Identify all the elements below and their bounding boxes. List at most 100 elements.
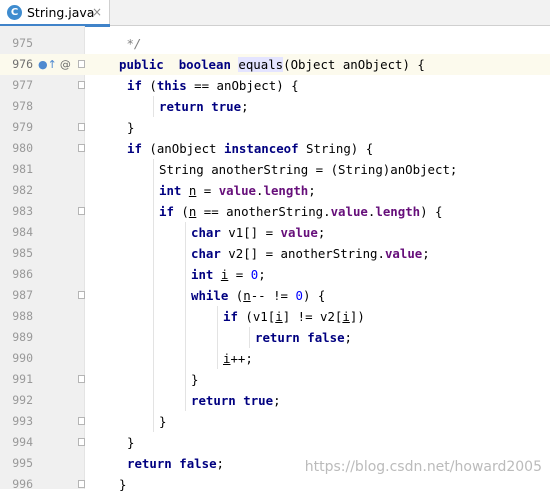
code-text: char v2[] = anotherString.value; <box>191 243 430 264</box>
line-number[interactable]: 985 <box>0 243 33 264</box>
line-number[interactable]: 978 <box>0 96 33 117</box>
indent-guide <box>153 159 154 180</box>
code-line[interactable]: 987 while (n-- != 0) { <box>0 285 550 306</box>
code-line[interactable]: 990 i++; <box>0 348 550 369</box>
code-token-ul: n <box>243 288 251 303</box>
code-line[interactable]: 983 if (n == anotherString.value.length) … <box>0 201 550 222</box>
code-line[interactable]: 993} <box>0 411 550 432</box>
code-token-hl: equals <box>238 57 284 72</box>
code-text: } <box>159 411 166 432</box>
code-token: } <box>191 372 199 387</box>
annotation-icon: @ <box>59 58 71 71</box>
line-number[interactable]: 992 <box>0 390 33 411</box>
line-number[interactable]: 991 <box>0 369 33 390</box>
line-number[interactable]: 993 <box>0 411 33 432</box>
code-token-field: length <box>375 204 421 219</box>
line-number[interactable]: 980 <box>0 138 33 159</box>
code-editor[interactable]: 975 */976 ●↑ @ public boolean equals(Object… <box>0 33 550 495</box>
line-number[interactable]: 989 <box>0 327 33 348</box>
line-number[interactable]: 984 <box>0 222 33 243</box>
code-token: = <box>228 267 251 282</box>
code-token-kw: return <box>159 99 204 114</box>
line-number[interactable]: 977 <box>0 75 33 96</box>
indent-guide <box>153 180 154 201</box>
line-number[interactable]: 988 <box>0 306 33 327</box>
code-line[interactable]: 978 return true; <box>0 96 550 117</box>
tab-string-java[interactable]: C String.java × <box>0 0 110 27</box>
code-token-kw: this <box>156 78 187 93</box>
fold-marker-icon[interactable] <box>78 207 85 215</box>
indent-guide <box>153 348 154 369</box>
code-token-kw: boolean <box>178 57 231 72</box>
line-number[interactable]: 986 <box>0 264 33 285</box>
line-number[interactable]: 987 <box>0 285 33 306</box>
line-number[interactable]: 996 <box>0 474 33 495</box>
line-number[interactable]: 994 <box>0 432 33 453</box>
code-token-kw: if <box>223 309 238 324</box>
line-number[interactable]: 983 <box>0 201 33 222</box>
fold-marker-icon[interactable] <box>78 375 85 383</box>
code-token: -- != <box>250 288 296 303</box>
fold-marker-icon[interactable] <box>78 480 85 488</box>
code-line[interactable]: 982 int n = value.length; <box>0 180 550 201</box>
code-line[interactable]: 996} <box>0 474 550 495</box>
code-line[interactable]: 986 int i = 0; <box>0 264 550 285</box>
line-number[interactable]: 981 <box>0 159 33 180</box>
code-token: v2[] = anotherString. <box>220 246 385 261</box>
code-token: ; <box>317 225 326 240</box>
fold-marker-icon[interactable] <box>78 60 85 68</box>
editor-tab-bar: C String.java × <box>0 0 550 27</box>
code-token-num: 0 <box>295 288 303 303</box>
line-number[interactable]: 976 <box>0 54 33 75</box>
code-line[interactable]: 980 if (anObject instanceof String) { <box>0 138 550 159</box>
fold-marker-icon[interactable] <box>78 123 85 131</box>
code-token: } <box>159 414 167 429</box>
code-token: } <box>119 477 127 492</box>
indent-guide <box>217 327 218 348</box>
fold-marker-icon[interactable] <box>78 417 85 425</box>
indent-guide <box>153 264 154 285</box>
code-token-kw: if <box>127 141 142 156</box>
indent-guide <box>185 306 186 327</box>
code-token: ; <box>422 246 430 261</box>
line-number[interactable]: 975 <box>0 33 33 54</box>
fold-marker-icon[interactable] <box>78 81 85 89</box>
code-line[interactable]: 977 if (this == anObject) { <box>0 75 550 96</box>
code-line[interactable]: 984 char v1[] = value; <box>0 222 550 243</box>
code-token: ( <box>141 78 157 93</box>
indent-guide <box>217 306 218 327</box>
code-line[interactable]: 979} <box>0 117 550 138</box>
code-token-cmt: */ <box>119 36 142 51</box>
fold-marker-icon[interactable] <box>78 291 85 299</box>
code-token-kw: if <box>127 78 142 93</box>
code-token-kw: false <box>179 456 217 471</box>
code-line[interactable]: 988 if (v1[i] != v2[i]) <box>0 306 550 327</box>
line-number[interactable]: 990 <box>0 348 33 369</box>
line-number[interactable]: 982 <box>0 180 33 201</box>
code-line[interactable]: 994} <box>0 432 550 453</box>
code-token: String) { <box>298 141 374 156</box>
fold-marker-icon[interactable] <box>78 144 85 152</box>
code-line[interactable]: 981 String anotherString = (String)anObje… <box>0 159 550 180</box>
code-line[interactable]: 991} <box>0 369 550 390</box>
indent-guide <box>185 327 186 348</box>
close-icon[interactable]: × <box>92 5 102 19</box>
code-text: */ <box>119 33 141 54</box>
override-method-icon[interactable]: ●↑ @ <box>38 57 71 72</box>
code-line[interactable]: 976 ●↑ @ public boolean equals(Object anObj… <box>0 54 550 75</box>
code-line[interactable]: 985 char v2[] = anotherString.value; <box>0 243 550 264</box>
fold-marker-icon[interactable] <box>78 438 85 446</box>
code-token-kw: false <box>307 330 345 345</box>
code-text: if (this == anObject) { <box>127 75 299 96</box>
overrides-gutter-icon[interactable]: ●↑ <box>38 58 57 71</box>
code-text: } <box>119 474 126 495</box>
code-line[interactable]: 992 return true; <box>0 390 550 411</box>
line-number[interactable]: 995 <box>0 453 33 474</box>
code-line[interactable]: 975 */ <box>0 33 550 54</box>
code-token: (Object anObject) { <box>283 57 425 72</box>
line-number[interactable]: 979 <box>0 117 33 138</box>
code-line[interactable]: 989 return false; <box>0 327 550 348</box>
java-class-icon: C <box>7 5 22 20</box>
